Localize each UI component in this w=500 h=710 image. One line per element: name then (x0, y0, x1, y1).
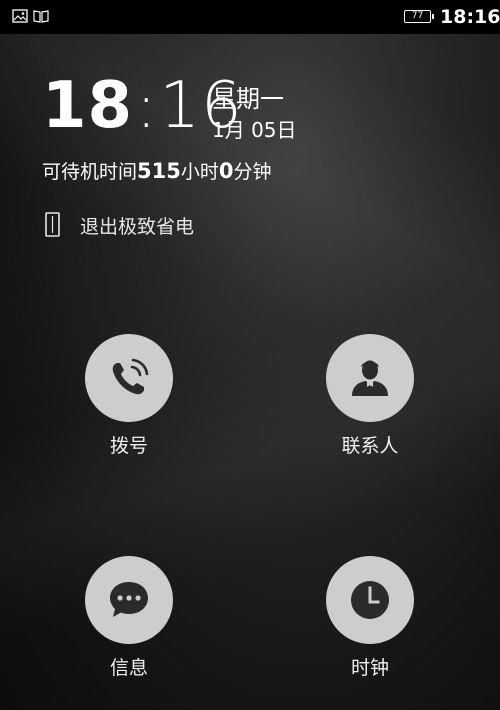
standby-minutes-unit: 分钟 (233, 161, 272, 183)
date: 1月 05日 (212, 118, 297, 142)
power-saving-home-screen: 77 18:16 18 : 16 星期一 1月 05日 可待机时间515小时0分… (0, 0, 500, 710)
date-block: 星期一 1月 05日 (212, 84, 297, 144)
standby-prefix: 可待机时间 (42, 161, 138, 183)
dial-label: 拨号 (109, 435, 148, 457)
status-bar-time: 18:16 (440, 6, 500, 28)
exit-power-saving-button[interactable]: 退出极致省电 (44, 210, 194, 240)
standby-hours-unit: 小时 (180, 161, 219, 183)
contacts-circle (326, 334, 414, 422)
messages-circle (85, 556, 173, 644)
clock-icon (351, 581, 389, 619)
contacts-label: 联系人 (341, 435, 399, 457)
status-bar: 77 18:16 (0, 0, 500, 34)
contacts-app[interactable]: 联系人 (310, 334, 430, 458)
dial-circle (85, 334, 173, 422)
clock-label: 时钟 (350, 657, 389, 679)
contact-person-icon (352, 360, 388, 396)
clock-hours: 18 (42, 69, 134, 143)
clock-circle (326, 556, 414, 644)
phone-call-icon (112, 358, 149, 395)
battery-indicator: 77 (404, 10, 434, 23)
exit-power-saving-label: 退出极致省电 (80, 215, 195, 238)
clock-separator: : (136, 72, 157, 142)
message-bubble-icon (110, 582, 148, 617)
standby-time: 可待机时间515小时0分钟 (42, 158, 272, 185)
gallery-icon (12, 9, 28, 23)
messages-app[interactable]: 信息 (69, 556, 189, 680)
dial-app[interactable]: 拨号 (69, 334, 189, 458)
messages-label: 信息 (109, 657, 148, 679)
phone-outline-icon (45, 212, 60, 237)
reader-icon (33, 10, 49, 23)
standby-minutes-value: 0 (218, 159, 234, 183)
weekday: 星期一 (212, 85, 284, 113)
standby-hours-value: 515 (137, 159, 181, 183)
clock-app[interactable]: 时钟 (310, 556, 430, 680)
